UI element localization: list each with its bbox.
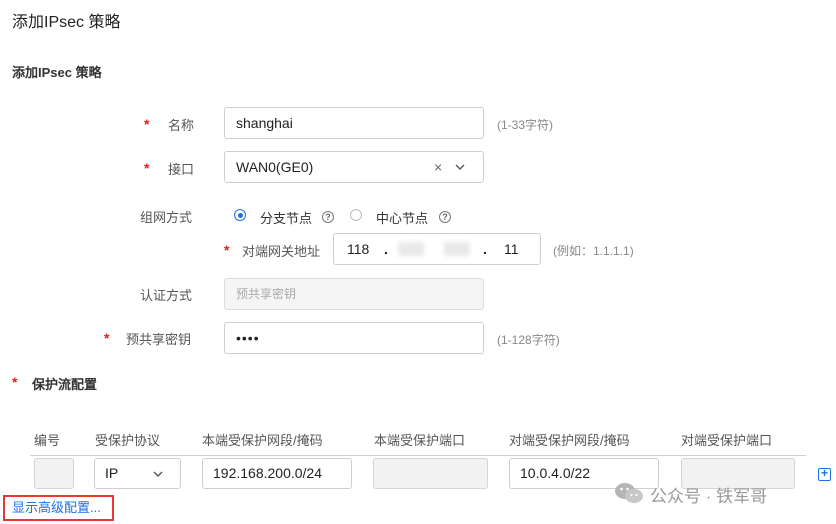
radio-branch-label: 分支节点 [260,211,313,226]
table-divider [30,455,806,456]
name-hint: (1-33字符) [497,118,554,132]
psk-input[interactable]: •••• [224,322,484,354]
plus-square-icon[interactable]: + [818,467,831,481]
radio-center-node[interactable] [350,209,362,221]
required-mark: * [144,160,150,176]
column-header: 对端受保护端口 [681,433,773,448]
column-header: 本端受保护端口 [374,433,466,448]
interface-label: 接口 [168,162,195,177]
local-port-field [373,458,488,489]
peer-gateway-hint: (例如：1.1.1.1) [553,244,634,258]
chevron-down-icon [153,471,163,477]
close-icon[interactable]: × [434,152,442,182]
ip-octet-3-redacted [444,242,470,256]
ip-octet-2-redacted [398,242,424,256]
peer-gateway-label: 对端网关地址 [242,244,321,259]
peer-gateway-input[interactable]: 118 . . 11 [333,233,541,265]
column-header: 受保护协议 [95,433,161,448]
interface-value: WAN0(GE0) [236,159,314,175]
ip-octet-1: 118 [347,241,370,257]
wechat-icon [614,481,644,505]
protocol-value: IP [105,465,119,481]
ip-dot: . [384,241,388,257]
show-advanced-link[interactable]: 显示高级配置... [3,495,114,521]
column-header: 编号 [34,433,61,448]
flow-title: 保护流配置 [32,377,98,392]
row-number-field [34,458,74,489]
ip-octet-4: 11 [504,241,519,257]
page-title: 添加IPsec 策略 [12,14,121,31]
question-circle-icon[interactable]: ? [439,211,451,223]
name-label: 名称 [168,118,195,133]
local-subnet-input[interactable]: 192.168.200.0/24 [202,458,352,489]
chevron-down-icon[interactable] [455,163,465,171]
column-header: 本端受保护网段/掩码 [202,433,323,448]
interface-select[interactable]: WAN0(GE0) × [224,151,484,183]
auth-method-field: 预共享密钥 [224,278,484,310]
question-circle-icon[interactable]: ? [322,211,334,223]
column-header: 对端受保护网段/掩码 [509,433,630,448]
ip-dot: . [483,241,487,257]
section-title: 添加IPsec 策略 [12,65,102,80]
required-mark: * [144,116,150,132]
protocol-select[interactable]: IP [94,458,181,489]
auth-method-label: 认证方式 [140,288,193,303]
psk-hint: (1-128字符) [497,333,560,347]
radio-branch-node[interactable] [234,209,246,221]
psk-label: 预共享密钥 [126,332,192,347]
name-input[interactable]: shanghai [224,107,484,139]
required-mark: * [224,242,230,258]
network-mode-label: 组网方式 [140,210,193,225]
required-mark: * [104,330,110,346]
watermark-text: 公众号 · 铁军哥 [650,487,768,506]
radio-center-label: 中心节点 [376,211,429,226]
required-mark: * [12,374,18,390]
